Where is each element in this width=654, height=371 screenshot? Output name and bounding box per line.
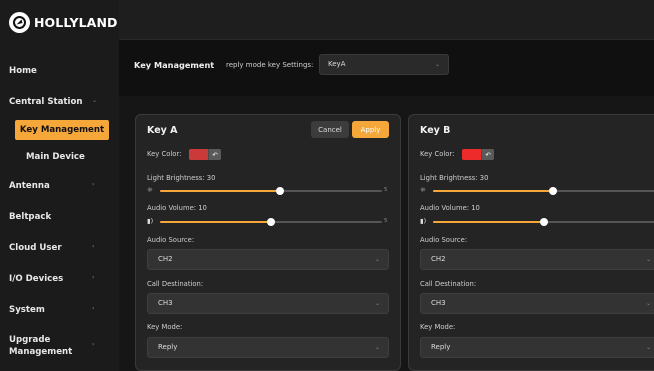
sidebar-item-label: I/O Devices xyxy=(9,274,64,284)
brand-logo: HOLLYLAND xyxy=(9,12,118,33)
brightness-fill xyxy=(160,190,280,192)
brightness-label: Light Brightness: 30 xyxy=(420,174,489,182)
brightness-slider[interactable] xyxy=(433,187,654,195)
chevron-right-icon: › xyxy=(92,274,95,281)
chevron-down-icon: ⌄ xyxy=(645,256,651,263)
audio-source-value: CH2 xyxy=(431,255,446,263)
sidebar-item-label: Beltpack xyxy=(9,212,52,222)
card-title: Key A xyxy=(147,125,178,136)
brightness-slider[interactable] xyxy=(160,187,382,195)
sidebar: HOLLYLAND Home Central Station ⌄ Key Man… xyxy=(0,0,119,371)
card-title: Key B xyxy=(420,125,451,136)
volume-label: Audio Volume: 10 xyxy=(147,204,207,212)
apply-button[interactable]: Apply xyxy=(352,121,389,138)
chevron-down-icon: ⌄ xyxy=(374,256,380,263)
chevron-down-icon: ⌄ xyxy=(434,61,440,68)
volume-fill xyxy=(433,221,544,223)
key-card-a: Key A Cancel Apply Key Color: ↶ Light Br… xyxy=(135,114,401,371)
logo-mark-icon xyxy=(9,12,30,33)
key-color-value xyxy=(462,149,481,160)
audio-source-value: CH2 xyxy=(158,255,173,263)
sidebar-item-label: Cloud User xyxy=(9,243,62,253)
sun-icon: ☼ xyxy=(147,186,153,194)
key-color-label: Key Color: xyxy=(147,150,182,158)
audio-source-select[interactable]: CH2 ⌄ xyxy=(420,249,654,270)
chevron-down-icon: ⌄ xyxy=(645,300,651,307)
speaker-icon: ▮) xyxy=(420,217,427,225)
volume-thumb[interactable] xyxy=(540,218,548,226)
chevron-right-icon: › xyxy=(92,181,95,188)
reply-mode-label: reply mode key Settings: xyxy=(226,61,314,69)
speaker-icon: ▮) xyxy=(147,217,154,225)
sidebar-item-label: Upgrade xyxy=(9,335,51,345)
volume-slider[interactable] xyxy=(433,218,654,226)
settings-row: Key Management reply mode key Settings: … xyxy=(119,46,654,84)
chevron-right-icon: › xyxy=(92,341,95,348)
brightness-label: Light Brightness: 30 xyxy=(147,174,216,182)
chevron-down-icon: ⌄ xyxy=(374,300,380,307)
top-bar xyxy=(119,0,654,40)
picker-icon[interactable]: ↶ xyxy=(209,149,221,160)
brightness-thumb[interactable] xyxy=(548,187,557,195)
brightness-max: 5 xyxy=(384,187,388,193)
chevron-right-icon: › xyxy=(92,243,95,250)
volume-thumb[interactable] xyxy=(267,218,275,226)
sidebar-item-key-management[interactable]: Key Management xyxy=(15,120,109,140)
sidebar-item-label: Main Device xyxy=(26,152,85,162)
page-title: Key Management xyxy=(134,60,215,70)
sidebar-item-label-line2: Management xyxy=(9,347,73,357)
key-mode-select[interactable]: Reply ⌄ xyxy=(147,337,389,358)
brightness-thumb[interactable] xyxy=(275,187,284,195)
chevron-down-icon: ⌄ xyxy=(374,344,380,351)
volume-fill xyxy=(160,221,271,223)
audio-source-select[interactable]: CH2 ⌄ xyxy=(147,249,389,270)
picker-icon[interactable]: ↶ xyxy=(482,149,494,160)
audio-source-label: Audio Source: xyxy=(420,236,468,244)
sidebar-item-label: Key Management xyxy=(19,125,105,135)
key-mode-select[interactable]: Reply ⌄ xyxy=(420,337,654,358)
call-destination-label: Call Destination: xyxy=(420,280,477,288)
reply-mode-select[interactable]: KeyA ⌄ xyxy=(319,54,449,75)
key-mode-label: Key Mode: xyxy=(420,323,456,331)
sidebar-item-label: Antenna xyxy=(9,181,50,191)
key-mode-value: Reply xyxy=(431,343,451,351)
chevron-down-icon: ⌄ xyxy=(92,97,98,104)
chevron-right-icon: › xyxy=(92,305,95,312)
call-destination-value: CH3 xyxy=(158,299,173,307)
key-color-label: Key Color: xyxy=(420,150,455,158)
key-color-swatch[interactable]: ↶ xyxy=(189,149,221,160)
volume-slider[interactable] xyxy=(160,218,382,226)
sidebar-item-label: System xyxy=(9,305,45,315)
key-color-swatch[interactable]: ↶ xyxy=(462,149,494,160)
sidebar-item-label: Central Station xyxy=(9,97,83,107)
key-card-b: Key B Key Color: ↶ Light Brightness: 30 … xyxy=(408,114,654,371)
audio-source-label: Audio Source: xyxy=(147,236,195,244)
call-destination-value: CH3 xyxy=(431,299,446,307)
reply-mode-value: KeyA xyxy=(328,60,346,68)
call-destination-select[interactable]: CH3 ⌄ xyxy=(420,293,654,314)
brand-name: HOLLYLAND xyxy=(34,15,118,30)
key-mode-label: Key Mode: xyxy=(147,323,183,331)
call-destination-label: Call Destination: xyxy=(147,280,204,288)
brightness-fill xyxy=(433,190,553,192)
volume-label: Audio Volume: 10 xyxy=(420,204,480,212)
sun-icon: ☼ xyxy=(420,186,426,194)
cancel-button[interactable]: Cancel xyxy=(311,121,349,138)
key-mode-value: Reply xyxy=(158,343,178,351)
call-destination-select[interactable]: CH3 ⌄ xyxy=(147,293,389,314)
chevron-down-icon: ⌄ xyxy=(645,344,651,351)
sidebar-item-label: Home xyxy=(9,66,37,76)
volume-max: 5 xyxy=(384,218,388,224)
